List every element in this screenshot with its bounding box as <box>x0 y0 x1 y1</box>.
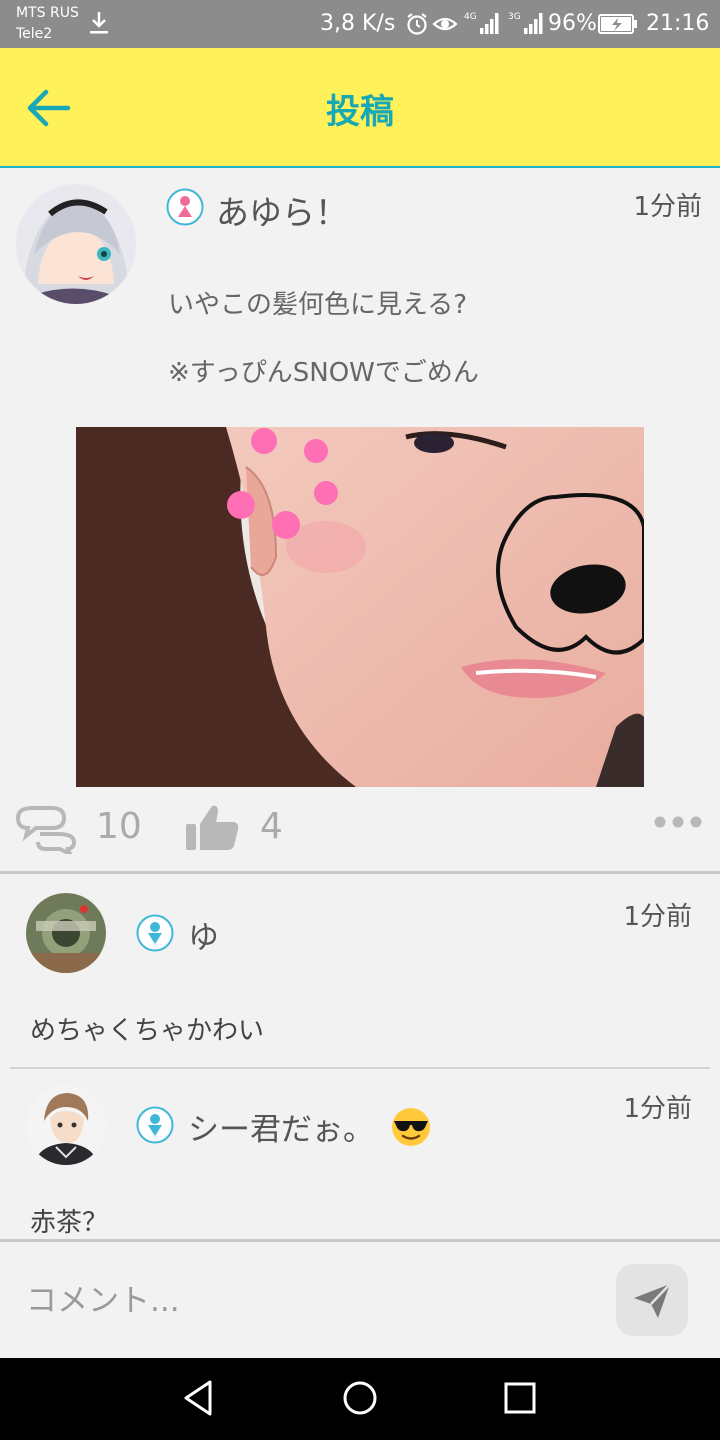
send-icon <box>634 1283 671 1318</box>
network-speed: 3,8 K/s <box>320 11 396 36</box>
avatar-photo <box>26 893 106 973</box>
carrier-name-1: MTS RUS <box>16 5 79 21</box>
app-header: 投稿 <box>0 48 720 168</box>
page-title: 投稿 <box>326 92 394 132</box>
download-icon <box>90 12 108 34</box>
nav-recent-apps-icon[interactable] <box>498 1376 542 1420</box>
comment-author-name[interactable]: シー君だぉ。 <box>188 1104 374 1149</box>
signal-icon: 4G <box>464 12 499 34</box>
comment-input-bar <box>0 1239 720 1361</box>
post-divider <box>0 871 720 874</box>
comment-author-avatar[interactable] <box>26 893 106 973</box>
eye-icon <box>432 17 458 31</box>
comment-text: めちゃくちゃかわい <box>30 1016 265 1046</box>
send-button[interactable] <box>616 1264 688 1336</box>
male-icon <box>136 1106 174 1144</box>
female-icon <box>166 188 204 226</box>
clock: 21:16 <box>646 11 710 36</box>
more-options-icon[interactable] <box>650 810 706 834</box>
battery-charging-icon <box>598 14 637 34</box>
signal-icon: 3G <box>508 12 543 34</box>
comment-divider <box>10 1067 710 1069</box>
signal-type-label: 4G <box>464 12 477 22</box>
sunglasses-emoji-icon <box>392 1108 430 1146</box>
avatar-illustration <box>26 1085 106 1165</box>
signal-type-label: 3G <box>508 12 521 22</box>
comment-author-avatar[interactable] <box>26 1085 106 1165</box>
post-body-line-1: いやこの髪何色に見える? <box>168 290 468 320</box>
comment-author-name[interactable]: ゆ <box>188 912 219 957</box>
post-timestamp: 1分前 <box>633 192 702 222</box>
male-icon <box>136 914 174 952</box>
system-nav-bar <box>0 1358 720 1440</box>
nav-back-icon[interactable] <box>178 1376 222 1420</box>
status-bar: MTS RUS Tele2 3,8 K/s 4G 3G 96% 21:16 <box>0 0 720 48</box>
comment-bubbles-icon[interactable] <box>14 804 78 854</box>
battery-percent: 96% <box>548 11 597 36</box>
thumbs-up-icon[interactable] <box>184 802 240 852</box>
avatar-illustration <box>16 184 136 304</box>
post-body-line-2: ※すっぴんSNOWでごめん <box>168 358 479 388</box>
comment-count: 10 <box>96 806 142 847</box>
comment-input[interactable] <box>24 1262 588 1340</box>
comment-text: 赤茶？ <box>30 1208 109 1238</box>
alarm-icon <box>407 13 427 35</box>
comment-timestamp: 1分前 <box>623 1094 692 1124</box>
post-author-avatar[interactable] <box>16 184 136 304</box>
post-author-name[interactable]: あゆら！ <box>216 186 348 234</box>
post-photo[interactable] <box>76 427 644 787</box>
comment-timestamp: 1分前 <box>623 902 692 932</box>
nav-home-icon[interactable] <box>338 1376 382 1420</box>
like-count: 4 <box>260 806 283 847</box>
carrier-name-2: Tele2 <box>16 26 53 42</box>
